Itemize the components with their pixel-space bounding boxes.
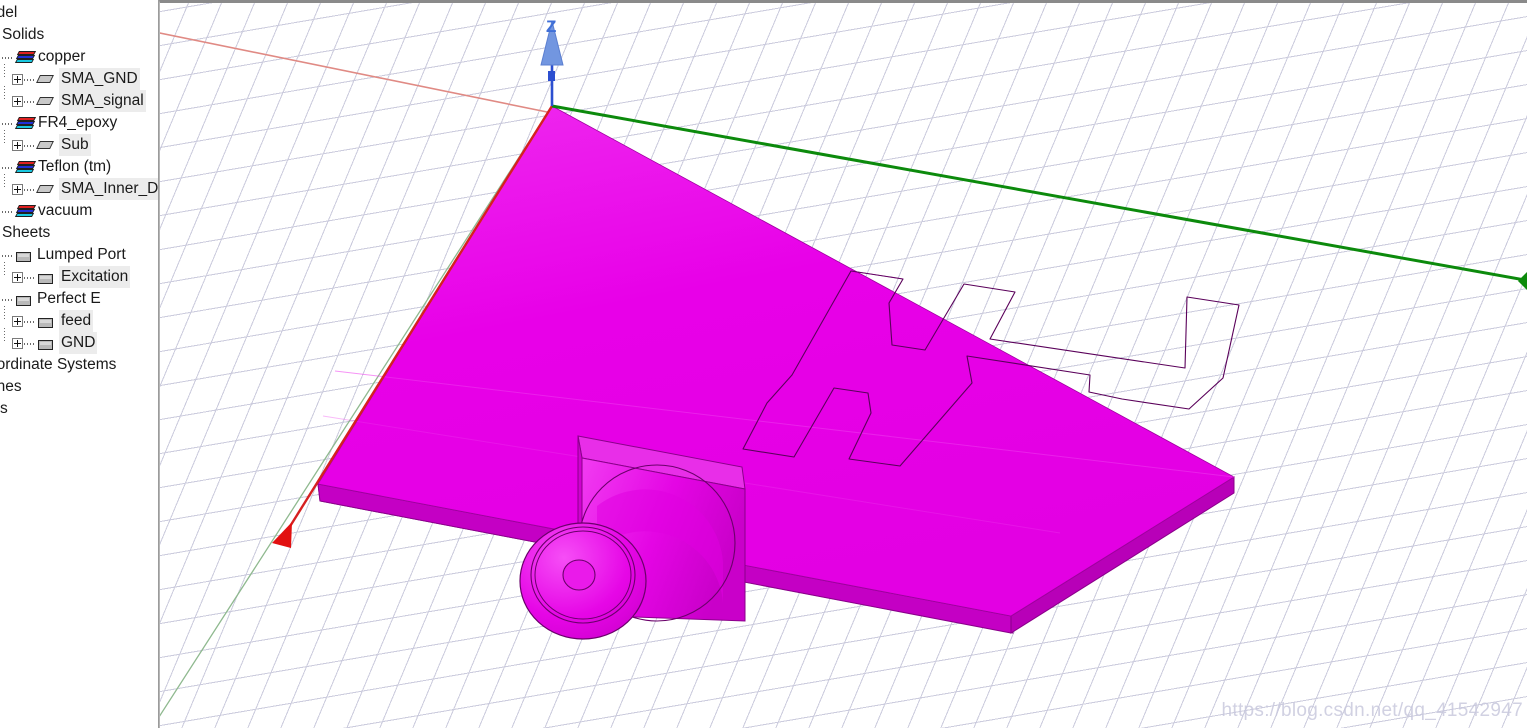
tree-item-label: Lumped Port [37,246,126,263]
project-tree-list: odel Solids copper SMA_GNDSMA_signal FR4_epo… [0,2,158,420]
watermark-text: https://blog.csdn.net/qq_41542947 [1221,700,1523,721]
tree-connector [4,64,5,78]
hfss-modeler-window: odel Solids copper SMA_GNDSMA_signal FR4_epo… [0,0,1527,728]
expander-toggle[interactable] [12,73,23,85]
sheet-object-icon [15,251,33,264]
tree-connector [4,130,5,144]
antenna-substrate-board [317,105,1240,634]
expander-toggle[interactable] [12,183,23,195]
tree-connector [4,306,5,320]
3d-scene [160,3,1527,728]
tree-item[interactable]: GND [0,328,158,354]
y-axis-arrowhead [1518,272,1527,290]
tree-connector [2,167,14,169]
tree-item-label: Perfect E [37,290,101,307]
tree-item-label: odel [0,4,18,21]
solid-object-icon [36,184,55,196]
tree-item-label: GND [59,332,98,354]
tree-connector [24,79,36,81]
tree-connector [24,101,36,103]
tree-item[interactable]: anes [0,376,158,398]
tree-item[interactable]: Lumped Port [0,244,158,266]
tree-item-label: SMA_GND [59,68,140,90]
material-icon [14,50,37,66]
tree-item[interactable]: Solids [0,24,158,46]
solid-object-icon [36,74,55,86]
tree-item[interactable]: Sheets [0,222,158,244]
expander-toggle[interactable] [12,315,23,327]
tree-connector [2,211,14,213]
tree-item[interactable]: SMA_Inner_Die [0,174,158,200]
z-axis-label: Z [546,17,557,36]
expander-toggle[interactable] [12,139,23,151]
tree-connector [24,189,36,191]
tree-item-label: Excitation [59,266,131,288]
material-icon [14,116,37,132]
tree-item-label: Teflon (tm) [38,158,112,175]
tree-item-label: SMA_signal [59,90,146,112]
tree-item[interactable]: oordinate Systems [0,354,158,376]
tree-connector [4,86,5,100]
solid-object-icon [36,96,55,108]
tree-item[interactable]: odel [0,2,158,24]
tree-item[interactable]: copper [0,46,158,68]
tree-connector [4,262,5,276]
tree-connector [2,255,14,257]
expander-toggle[interactable] [12,271,23,283]
tree-item[interactable]: SMA_GND [0,64,158,90]
tree-connector [24,343,36,345]
sheet-object-icon [37,273,55,286]
tree-connector [2,123,14,125]
expander-toggle[interactable] [12,95,23,107]
tree-item-label: Sheets [2,224,51,241]
tree-item-label: anes [0,378,22,395]
material-icon [14,204,37,220]
x-axis-negative-extension [160,32,553,114]
tree-item-label: Solids [2,26,45,43]
tree-item[interactable]: Excitation [0,262,158,288]
solid-object-icon [36,140,55,152]
material-icon [14,160,37,176]
tree-connector [24,145,36,147]
tree-item-label: sts [0,400,8,417]
3d-modeler-viewport[interactable]: Z https://blog.csdn.net/qq_41542947 [159,0,1527,728]
tree-item-label: SMA_Inner_Die [59,178,158,200]
tree-item-label: feed [59,310,94,332]
tree-connector [4,174,5,188]
tree-item[interactable]: Teflon (tm) [0,156,158,178]
tree-connector [4,328,5,342]
z-axis-tick [548,71,555,81]
tree-connector [24,277,36,279]
tree-item[interactable]: Perfect E [0,288,158,310]
tree-item[interactable]: sts [0,398,158,420]
tree-item-label: FR4_epoxy [38,114,118,131]
tree-item-label: vacuum [38,202,93,219]
tree-connector [2,299,14,301]
project-tree-panel[interactable]: odel Solids copper SMA_GNDSMA_signal FR4_epo… [0,0,159,728]
tree-item[interactable]: FR4_epoxy [0,112,158,134]
tree-item[interactable]: vacuum [0,200,158,222]
expander-toggle[interactable] [12,337,23,349]
tree-connector [2,57,14,59]
sheet-object-icon [37,317,55,330]
tree-item-label: Sub [59,134,91,156]
tree-item-label: oordinate Systems [0,356,117,373]
sheet-object-icon [15,295,33,308]
tree-connector [24,321,36,323]
tree-item[interactable]: feed [0,306,158,332]
sheet-object-icon [37,339,55,352]
tree-item[interactable]: Sub [0,130,158,156]
tree-item[interactable]: SMA_signal [0,86,158,112]
tree-item-label: copper [38,48,86,65]
